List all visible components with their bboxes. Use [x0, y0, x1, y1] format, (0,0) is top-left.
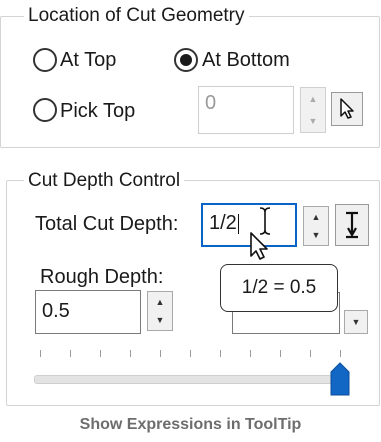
pick-top-stepper[interactable]: ▲ ▼	[300, 87, 326, 133]
rough-depth-input[interactable]: 0.5	[35, 290, 141, 334]
caption: Show Expressions in ToolTip	[79, 416, 302, 433]
expression-tooltip: 1/2 = 0.5	[220, 264, 338, 312]
pick-top-input[interactable]: 0	[198, 86, 294, 134]
finish-depth-stepper[interactable]: ▼	[344, 310, 368, 334]
radio-pick-top-label: Pick Top	[60, 100, 136, 122]
mouse-pointer-icon	[250, 232, 268, 260]
slider-tick	[40, 350, 41, 357]
total-cut-depth-stepper[interactable]: ▲ ▼	[303, 206, 329, 246]
radio-at-top-label: At Top	[60, 49, 117, 71]
text-caret	[237, 213, 239, 234]
radio-at-bottom-label: At Bottom	[202, 49, 290, 71]
slider-tick	[280, 350, 281, 357]
spin-down-icon[interactable]: ▼	[304, 225, 328, 245]
pick-cursor-button[interactable]	[331, 92, 363, 126]
slider-tick	[340, 350, 341, 357]
slider-tick	[160, 350, 161, 357]
radio-selected-dot	[180, 54, 192, 66]
total-cut-depth-label: Total Cut Depth:	[35, 213, 179, 235]
cursor-arrow-icon	[340, 98, 354, 119]
tooltip-text: 1/2 = 0.5	[241, 277, 317, 298]
spin-up-icon[interactable]: ▲	[148, 292, 172, 312]
slider-tick	[310, 350, 311, 357]
total-cut-depth-value: 1/2	[209, 212, 237, 234]
rough-depth-stepper[interactable]: ▲ ▼	[147, 291, 173, 331]
spin-down-icon[interactable]: ▼	[148, 310, 172, 330]
slider-tick	[220, 350, 221, 357]
spin-down-icon[interactable]: ▼	[345, 311, 367, 333]
spin-up-icon[interactable]: ▲	[301, 88, 325, 111]
radio-at-bottom[interactable]	[174, 48, 198, 72]
slider-tick	[130, 350, 131, 357]
slider-tick	[190, 350, 191, 357]
spin-down-icon[interactable]: ▼	[301, 109, 325, 132]
slider-tick	[100, 350, 101, 357]
slider-tick	[70, 350, 71, 357]
slider-track[interactable]	[34, 375, 342, 384]
slider-thumb[interactable]	[329, 362, 351, 396]
radio-at-top[interactable]	[33, 48, 57, 72]
rough-depth-label: Rough Depth:	[40, 266, 164, 288]
location-group-title: Location of Cut Geometry	[24, 5, 249, 27]
spin-up-icon[interactable]: ▲	[304, 207, 328, 227]
radio-pick-top[interactable]	[33, 98, 57, 122]
measure-depth-button[interactable]	[335, 204, 369, 246]
slider-tick	[250, 350, 251, 357]
measure-depth-icon	[346, 211, 358, 239]
cut-depth-group-title: Cut Depth Control	[24, 170, 185, 192]
